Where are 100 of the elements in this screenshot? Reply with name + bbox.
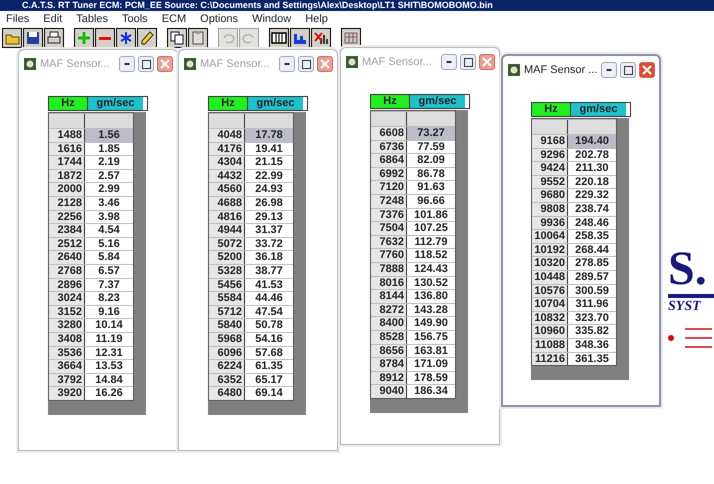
- table-cell[interactable]: 13.53: [85, 360, 133, 373]
- table-cell[interactable]: 4.54: [85, 224, 133, 237]
- table-cell[interactable]: 3.98: [85, 210, 133, 224]
- table-cell[interactable]: 65.17: [245, 374, 293, 386]
- table-cell[interactable]: 96.66: [407, 194, 455, 208]
- menu-item[interactable]: Files: [4, 11, 32, 27]
- table-cell[interactable]: 136.80: [407, 290, 455, 303]
- printer-button[interactable]: [44, 28, 64, 48]
- table-cell[interactable]: 130.52: [407, 276, 455, 290]
- table-cell[interactable]: 258.35: [568, 230, 616, 243]
- table-cell[interactable]: 12.31: [85, 346, 133, 360]
- table-cell[interactable]: 101.86: [407, 208, 455, 222]
- table-cell[interactable]: 41.53: [245, 278, 293, 292]
- table-cell[interactable]: 17.78: [245, 129, 293, 142]
- table-cell[interactable]: 278.85: [568, 257, 616, 270]
- asterisk-button[interactable]: [116, 28, 136, 48]
- table-cell[interactable]: 248.46: [568, 216, 616, 230]
- table-cell[interactable]: 107.25: [407, 222, 455, 235]
- table-cell[interactable]: 5.84: [85, 251, 133, 264]
- table-cell[interactable]: 38.77: [245, 264, 293, 278]
- floppy-disk-button[interactable]: [23, 28, 43, 48]
- table-cell[interactable]: 47.54: [245, 306, 293, 318]
- table-cell[interactable]: 44.46: [245, 292, 293, 305]
- table-cell[interactable]: 194.40: [568, 135, 616, 148]
- copy-button[interactable]: [167, 28, 187, 48]
- table-cell[interactable]: 118.52: [407, 249, 455, 262]
- table-cell[interactable]: 1.56: [85, 129, 133, 142]
- menu-item[interactable]: Help: [303, 11, 330, 27]
- table-cell[interactable]: 31.37: [245, 224, 293, 237]
- table-cell[interactable]: 163.81: [407, 344, 455, 358]
- table-cell[interactable]: 33.72: [245, 238, 293, 250]
- table-cell[interactable]: 8.23: [85, 292, 133, 305]
- menu-item[interactable]: ECM: [160, 11, 188, 27]
- table-cell[interactable]: 156.75: [407, 330, 455, 344]
- plus-button[interactable]: [74, 28, 94, 48]
- table-cell[interactable]: 124.43: [407, 262, 455, 276]
- minus-button[interactable]: [95, 28, 115, 48]
- table-cell[interactable]: 2.19: [85, 156, 133, 169]
- table-cell[interactable]: 9.16: [85, 306, 133, 318]
- table-cell[interactable]: 77.59: [407, 140, 455, 154]
- table-cell[interactable]: 73.27: [407, 127, 455, 140]
- table-cell[interactable]: 361.35: [568, 352, 616, 366]
- table-cell[interactable]: 2.57: [85, 170, 133, 182]
- minimize-button[interactable]: [441, 54, 457, 70]
- table-cell[interactable]: 26.98: [245, 196, 293, 210]
- table-cell[interactable]: 335.82: [568, 325, 616, 338]
- menu-item[interactable]: Window: [250, 11, 294, 27]
- table-cell[interactable]: 2.99: [85, 183, 133, 196]
- close-button[interactable]: [639, 62, 655, 78]
- minimize-button[interactable]: [119, 56, 135, 72]
- maximize-button[interactable]: [138, 56, 154, 72]
- bar-chart-button[interactable]: [290, 28, 310, 48]
- table-cell[interactable]: 149.90: [407, 317, 455, 330]
- table-cell[interactable]: 86.78: [407, 168, 455, 180]
- folder-button[interactable]: [2, 28, 22, 48]
- table-cell[interactable]: 10.14: [85, 319, 133, 332]
- minimize-button[interactable]: [279, 56, 295, 72]
- table-cell[interactable]: 19.41: [245, 142, 293, 156]
- table-cell[interactable]: 50.78: [245, 319, 293, 332]
- table-cell[interactable]: 238.74: [568, 202, 616, 216]
- maximize-button[interactable]: [298, 56, 314, 72]
- table-cell[interactable]: 16.26: [85, 387, 133, 400]
- close-button[interactable]: [317, 56, 333, 72]
- table-cell[interactable]: 11.19: [85, 332, 133, 346]
- table-cell[interactable]: 229.32: [568, 189, 616, 202]
- table-cell[interactable]: 3.46: [85, 196, 133, 210]
- table-cell[interactable]: 289.57: [568, 270, 616, 284]
- table-cell[interactable]: 171.09: [407, 358, 455, 371]
- table-cell[interactable]: 5.16: [85, 238, 133, 250]
- table-cell[interactable]: 14.84: [85, 374, 133, 386]
- menu-item[interactable]: Edit: [41, 11, 64, 27]
- table-cell[interactable]: 202.78: [568, 148, 616, 162]
- table-cell[interactable]: 178.59: [407, 372, 455, 384]
- table-cell[interactable]: 143.28: [407, 304, 455, 316]
- table-button[interactable]: [269, 28, 289, 48]
- table-cell[interactable]: 323.70: [568, 312, 616, 324]
- table-cell[interactable]: 6.57: [85, 264, 133, 278]
- minimize-button[interactable]: [601, 62, 617, 78]
- menu-item[interactable]: Tables: [74, 11, 110, 27]
- maximize-button[interactable]: [620, 62, 636, 78]
- table-cell[interactable]: 186.34: [407, 385, 455, 398]
- table-cell[interactable]: 7.37: [85, 278, 133, 292]
- close-button[interactable]: [479, 54, 495, 70]
- table-cell[interactable]: 22.99: [245, 170, 293, 182]
- table-cell[interactable]: 24.93: [245, 183, 293, 196]
- table-cell[interactable]: 1.85: [85, 142, 133, 156]
- table-cell[interactable]: 268.44: [568, 244, 616, 256]
- table-cell[interactable]: 112.79: [407, 236, 455, 248]
- table-cell[interactable]: 54.16: [245, 332, 293, 346]
- table-cell[interactable]: 211.30: [568, 162, 616, 175]
- table-cell[interactable]: 36.18: [245, 251, 293, 264]
- table-cell[interactable]: 220.18: [568, 176, 616, 188]
- table-cell[interactable]: 21.15: [245, 156, 293, 169]
- table-cell[interactable]: 91.63: [407, 181, 455, 194]
- table-cell[interactable]: 61.35: [245, 360, 293, 373]
- table-cell[interactable]: 69.14: [245, 387, 293, 400]
- table-cell[interactable]: 82.09: [407, 154, 455, 167]
- menu-item[interactable]: Tools: [120, 11, 150, 27]
- table-cell[interactable]: 57.68: [245, 346, 293, 360]
- chart-cross-button[interactable]: [311, 28, 331, 48]
